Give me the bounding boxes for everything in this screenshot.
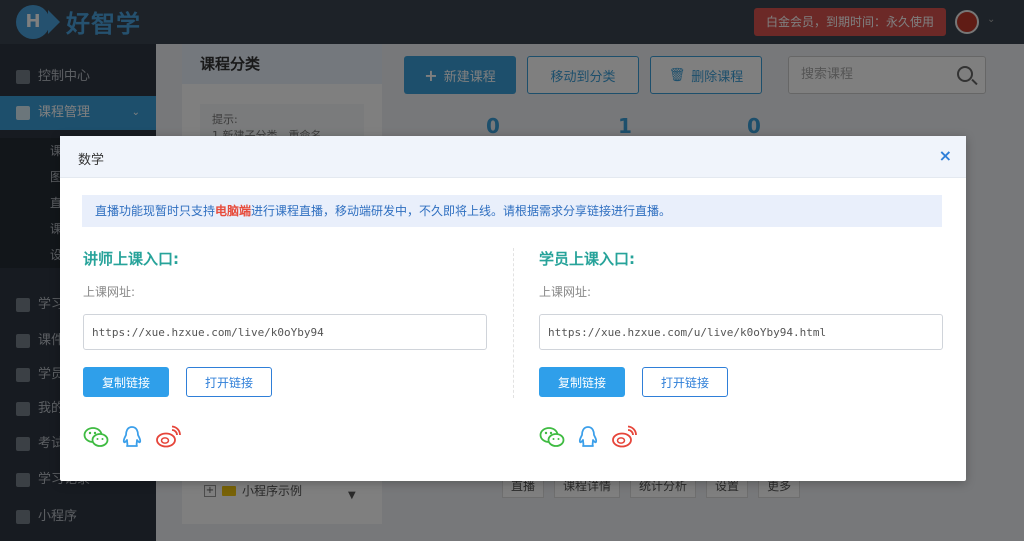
notice-text: 直播功能现暂时只支持 — [95, 204, 216, 218]
student-button-row: 复制链接 打开链接 — [539, 367, 943, 397]
close-icon[interactable]: × — [939, 147, 952, 165]
weibo-icon[interactable] — [155, 425, 181, 449]
student-entry-title: 学员上课入口: — [539, 250, 635, 268]
student-entry-section: 学员上课入口: 上课网址: 复制链接 打开链接 — [539, 248, 943, 449]
teacher-share-row — [83, 425, 487, 449]
teacher-entry-section: 讲师上课入口: 上课网址: 复制链接 打开链接 — [83, 248, 487, 449]
qq-icon[interactable] — [575, 425, 601, 449]
wechat-icon[interactable] — [539, 425, 565, 449]
student-url-field[interactable] — [539, 314, 943, 350]
teacher-open-link-button[interactable]: 打开链接 — [186, 367, 272, 397]
student-share-row — [539, 425, 943, 449]
teacher-copy-link-button[interactable]: 复制链接 — [83, 367, 169, 397]
section-divider — [513, 248, 514, 398]
teacher-url-label: 上课网址: — [83, 285, 136, 299]
student-open-link-button[interactable]: 打开链接 — [642, 367, 728, 397]
dialog-title: 数学 — [78, 153, 105, 168]
student-url-label: 上课网址: — [539, 285, 592, 299]
dialog-header: 数学 × — [60, 136, 966, 178]
student-copy-link-button[interactable]: 复制链接 — [539, 367, 625, 397]
qq-icon[interactable] — [119, 425, 145, 449]
notice-highlight: 电脑端 — [215, 204, 252, 218]
notice-text: 进行课程直播，移动端研发中，不久即将上线。请根据需求分享链接进行直播。 — [251, 204, 672, 218]
notice-banner: 直播功能现暂时只支持电脑端进行课程直播，移动端研发中，不久即将上线。请根据需求分… — [82, 195, 942, 227]
weibo-icon[interactable] — [611, 425, 637, 449]
teacher-button-row: 复制链接 打开链接 — [83, 367, 487, 397]
teacher-entry-title: 讲师上课入口: — [83, 250, 179, 268]
live-links-dialog: 数学 × 直播功能现暂时只支持电脑端进行课程直播，移动端研发中，不久即将上线。请… — [60, 136, 966, 481]
teacher-url-field[interactable] — [83, 314, 487, 350]
wechat-icon[interactable] — [83, 425, 109, 449]
